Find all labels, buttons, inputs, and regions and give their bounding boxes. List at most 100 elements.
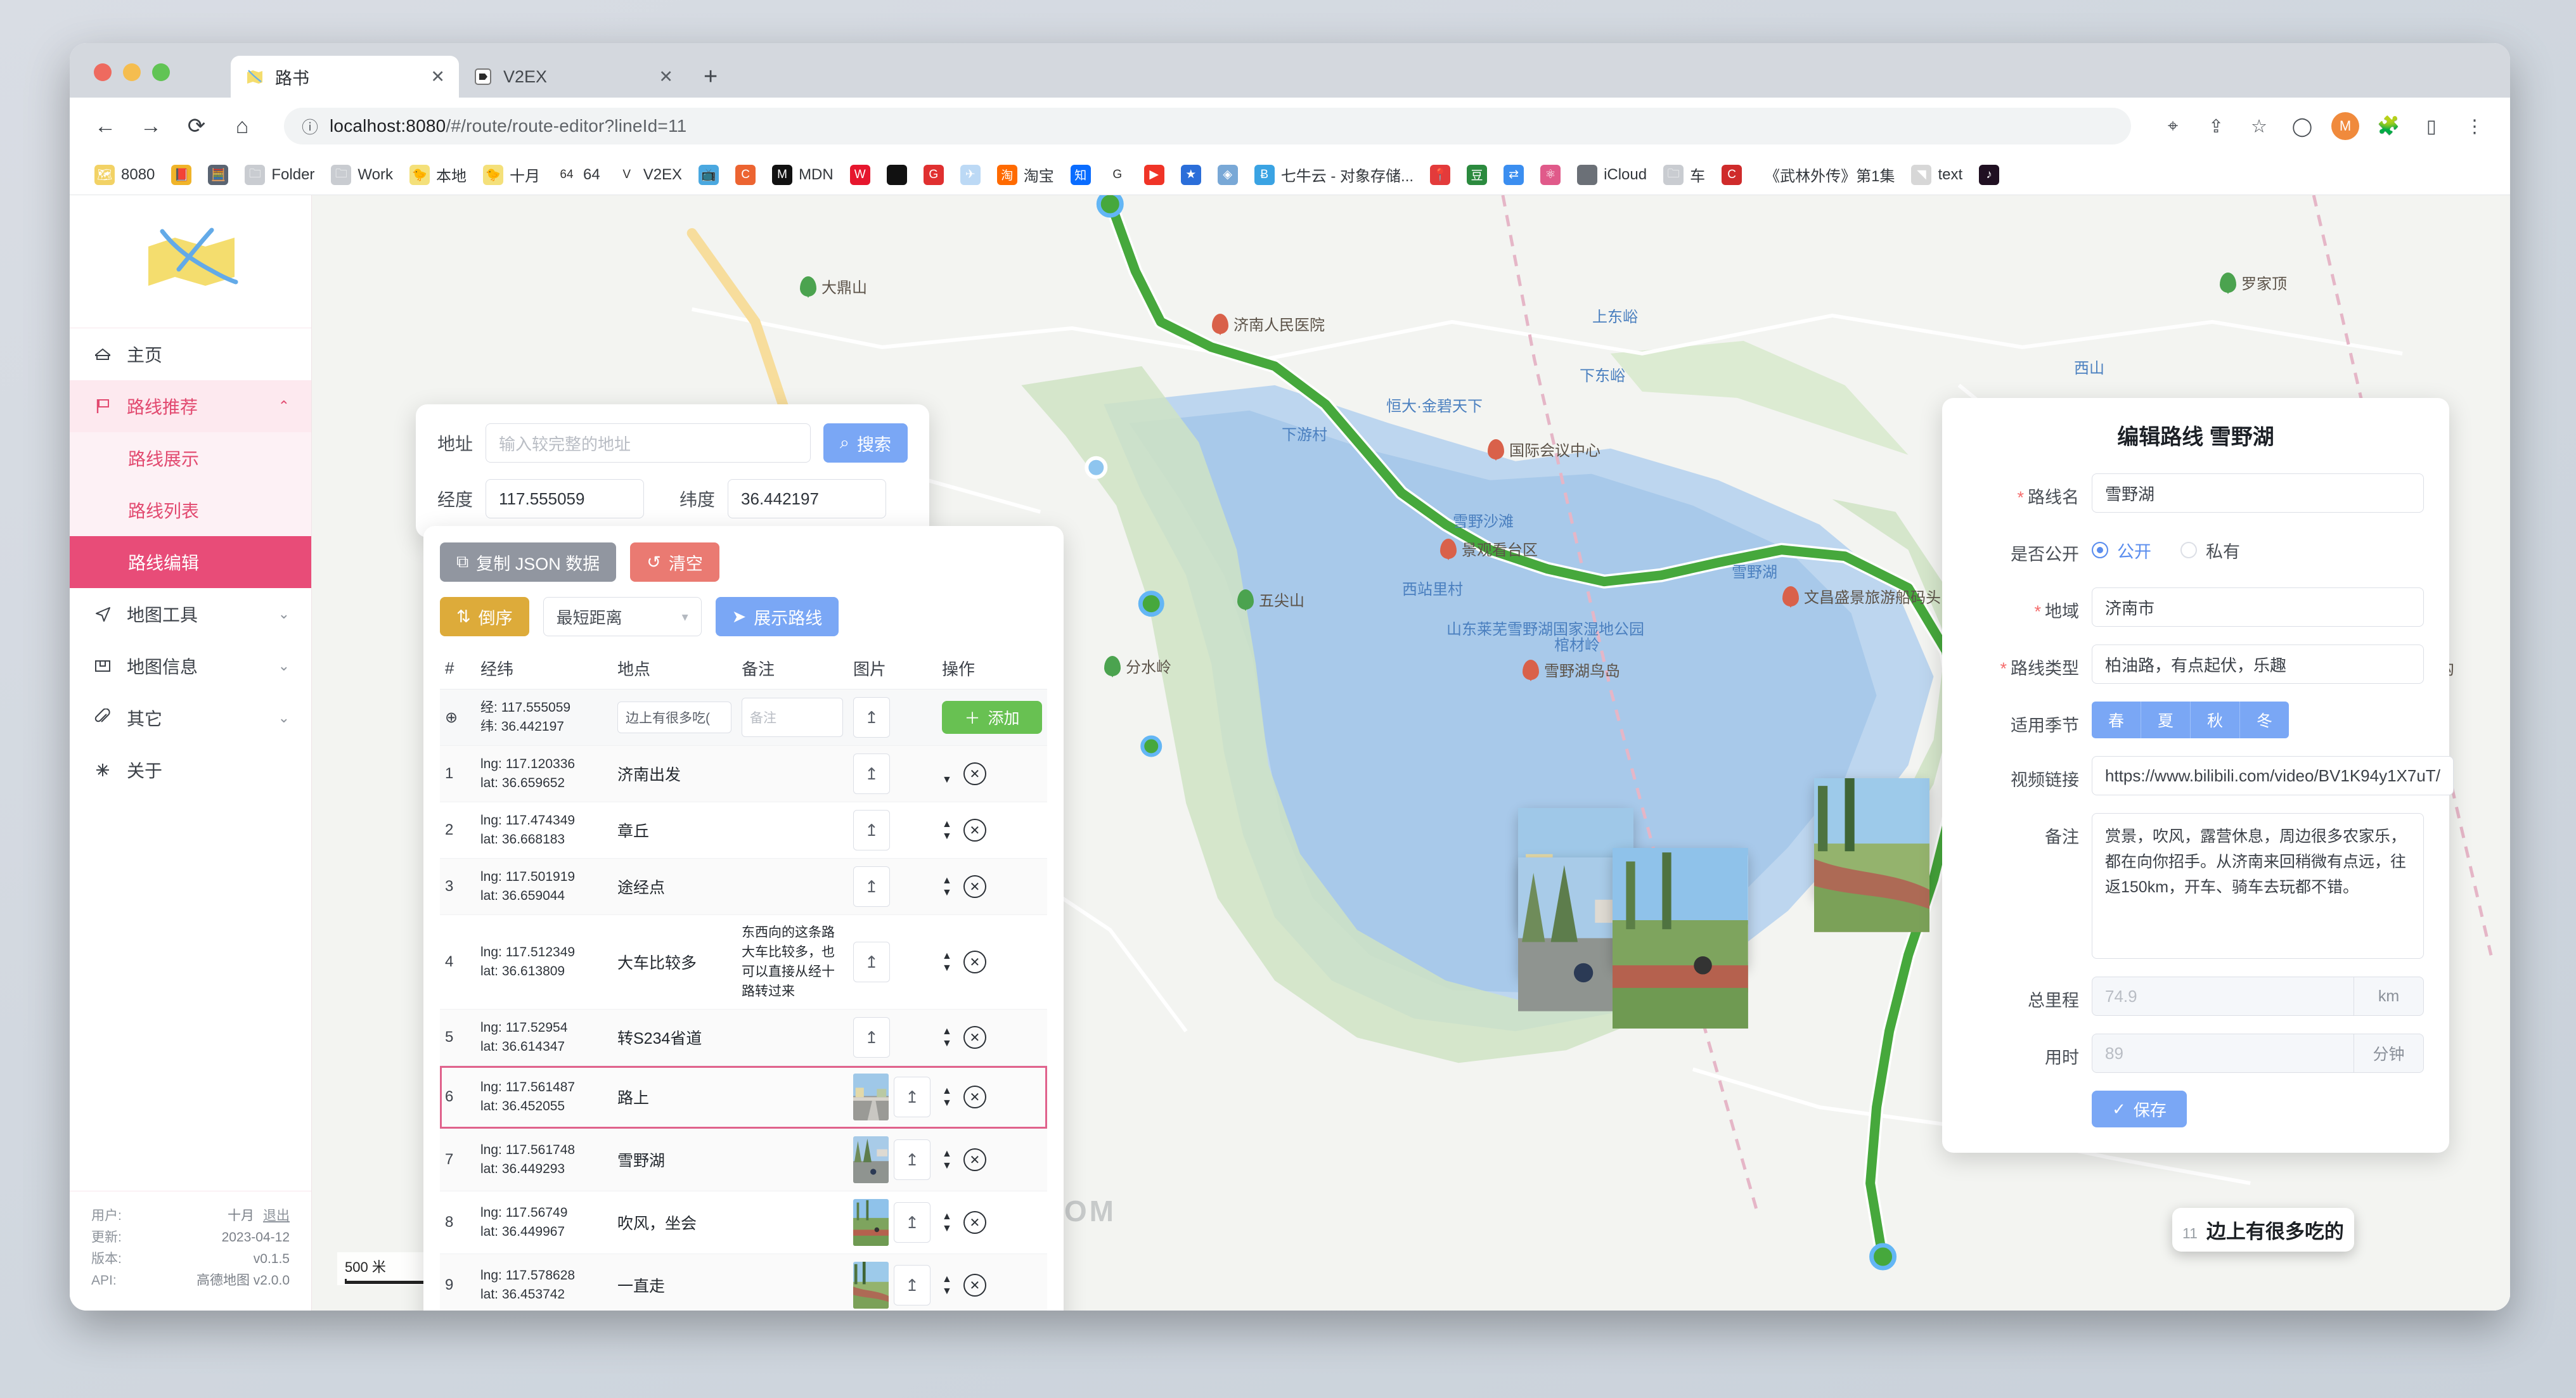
delete-row-button[interactable]: ✕ — [963, 875, 986, 898]
table-row[interactable]: 4lng: 117.512349lat: 36.613809大车比较多东西向的这… — [440, 915, 1047, 1010]
upload-icon[interactable]: ↥ — [853, 942, 890, 982]
cell-note[interactable] — [737, 859, 848, 915]
bookmark-item[interactable]: 《武林外传》第1集 — [1750, 164, 1903, 186]
move-up-icon[interactable]: ▲ — [942, 1274, 952, 1285]
map-poi[interactable]: 大鼎山 — [800, 275, 867, 297]
search-button[interactable]: ⌕ 搜索 — [823, 423, 908, 463]
new-place-input[interactable]: 边上有很多吃( — [617, 702, 731, 733]
radio-public[interactable]: 公开 — [2092, 538, 2151, 563]
table-row[interactable]: 1lng: 117.120336lat: 36.659652济南出发↥▲▼✕ — [440, 746, 1047, 802]
bookmark-item[interactable]: MMDN — [764, 165, 842, 185]
move-up-icon[interactable]: ▲ — [942, 951, 952, 961]
season-option[interactable]: 夏 — [2141, 702, 2191, 738]
sidebar-item-6[interactable]: 地图信息⌄ — [70, 640, 311, 692]
row-thumbnail[interactable] — [853, 1074, 889, 1120]
bookmark-item[interactable]: ◥text — [1903, 165, 1971, 185]
map-poi[interactable]: 西山 — [2074, 356, 2104, 378]
bookmark-item[interactable]: ▶ — [1136, 165, 1173, 185]
bookmark-item[interactable]: 淘淘宝 — [989, 164, 1062, 186]
avatar[interactable]: M — [2331, 112, 2359, 140]
map-poi[interactable]: 济南人民医院 — [1212, 312, 1325, 335]
sidebar-item-route-editor[interactable]: 路线编辑 — [70, 536, 311, 588]
bookmark-item[interactable]: 🐤十月 — [475, 164, 548, 186]
upload-icon[interactable]: ↥ — [894, 1265, 931, 1305]
bookmark-item[interactable]: 🗀车 — [1655, 164, 1713, 186]
upload-icon[interactable]: ↥ — [853, 1017, 890, 1058]
delete-row-button[interactable]: ✕ — [963, 1086, 986, 1108]
move-down-icon[interactable]: ▼ — [942, 1039, 952, 1049]
tab-v2ex[interactable]: V2EX ✕ — [459, 56, 687, 98]
sort-select[interactable]: 最短距离 ▾ — [543, 597, 702, 636]
reorder-arrows[interactable]: ▲▼ — [942, 1086, 952, 1108]
season-option[interactable]: 冬 — [2240, 702, 2289, 738]
bookmark-item[interactable]: 🧮 — [200, 165, 236, 185]
address-bar[interactable]: ⓘ localhost:8080/#/route/route-editor?li… — [284, 108, 2131, 144]
map-poi[interactable]: 景观看台区 — [1440, 537, 1538, 560]
menu-icon[interactable]: ⋮ — [2461, 112, 2489, 140]
bookmark-item[interactable]: Ƀ七牛云 - 对象存储... — [1246, 164, 1422, 186]
cell-place[interactable]: 雪野湖 — [612, 1129, 737, 1191]
map-poi[interactable]: 西站里村 — [1402, 577, 1463, 599]
row-thumbnail[interactable] — [853, 1199, 889, 1246]
info-icon[interactable]: ⓘ — [302, 115, 318, 138]
map-poi[interactable]: 雪野湖 — [1732, 560, 1777, 582]
map-poi[interactable]: 恒大·金碧天下 — [1386, 394, 1483, 416]
delete-row-button[interactable]: ✕ — [963, 1274, 986, 1297]
sidebar-item-8[interactable]: 关于 — [70, 744, 311, 796]
close-window-button[interactable] — [94, 63, 112, 81]
close-icon[interactable]: ✕ — [659, 67, 673, 87]
sidebar-item-7[interactable]: 其它⌄ — [70, 692, 311, 744]
bookmark-item[interactable]: C — [727, 165, 764, 185]
delete-row-button[interactable]: ✕ — [963, 1211, 986, 1234]
region-input[interactable]: 济南市 — [2092, 587, 2424, 627]
bookmark-item[interactable]: 🐤本地 — [401, 164, 475, 186]
reorder-arrows[interactable]: ▲▼ — [942, 876, 952, 898]
profile-circle-icon[interactable]: ◯ — [2288, 112, 2316, 140]
split-view-icon[interactable]: ▯ — [2418, 112, 2445, 140]
table-row[interactable]: 5lng: 117.52954lat: 36.614347转S234省道↥▲▼✕ — [440, 1010, 1047, 1066]
minimize-window-button[interactable] — [123, 63, 141, 81]
cell-note[interactable] — [737, 1066, 848, 1129]
row-thumbnail[interactable] — [853, 1136, 889, 1183]
bookmark-item[interactable]: ⇄ — [1495, 165, 1532, 185]
move-up-icon[interactable]: ▲ — [942, 1212, 952, 1222]
extensions-icon[interactable]: 🧩 — [2374, 112, 2402, 140]
table-row[interactable]: 3lng: 117.501919lat: 36.659044途经点↥▲▼✕ — [440, 859, 1047, 915]
note-textarea[interactable]: 赏景，吹风，露营休息，周边很多农家乐，都在向你招手。从济南来回稍微有点远，往返1… — [2092, 813, 2424, 959]
cell-place[interactable]: 章丘 — [612, 802, 737, 859]
reorder-arrows[interactable]: ▲▼ — [942, 951, 952, 973]
upload-icon[interactable]: ↥ — [853, 754, 890, 794]
tab-route-book[interactable]: 路书 ✕ — [231, 56, 459, 98]
map-poi[interactable]: 上东峪 — [1592, 304, 1638, 326]
close-icon[interactable]: ✕ — [430, 67, 445, 87]
sidebar-item-0[interactable]: 主页 — [70, 328, 311, 380]
radio-private[interactable]: 私有 — [2180, 538, 2240, 563]
cell-note[interactable] — [737, 1254, 848, 1311]
sidebar-item-1[interactable]: 路线推荐⌃ — [70, 380, 311, 432]
bookmark-item[interactable]: ★ — [1173, 165, 1209, 185]
map-poi[interactable]: 山东莱芜雪野湖国家湿地公园 — [1446, 617, 1644, 639]
bookmark-item[interactable] — [879, 165, 915, 185]
reorder-arrows[interactable]: ▲▼ — [942, 1027, 952, 1049]
upload-icon[interactable]: ↥ — [894, 1077, 931, 1117]
new-tab-button[interactable]: + — [704, 65, 718, 89]
reorder-arrows[interactable]: ▲▼ — [942, 1149, 952, 1171]
upload-icon[interactable]: ↥ — [894, 1139, 931, 1180]
cell-note[interactable] — [737, 746, 848, 802]
save-button[interactable]: ✓ 保存 — [2092, 1091, 2187, 1127]
bookmark-item[interactable]: ⚛ — [1532, 165, 1569, 185]
cell-note[interactable]: 东西向的这条路大车比较多，也可以直接从经十路转过来 — [737, 915, 848, 1010]
bookmark-item[interactable]: ✈ — [952, 165, 989, 185]
move-up-icon[interactable]: ▲ — [942, 876, 952, 886]
move-up-icon[interactable]: ▲ — [942, 819, 952, 830]
bookmark-item[interactable]: G — [1099, 165, 1136, 185]
bookmark-item[interactable]: 🗀Folder — [236, 165, 323, 185]
bookmark-item[interactable]: ♪ — [1971, 165, 2007, 185]
home-icon[interactable]: ⌂ — [228, 112, 256, 140]
upload-icon[interactable]: ↥ — [894, 1202, 931, 1243]
cell-place[interactable]: 大车比较多 — [612, 915, 737, 1010]
delete-row-button[interactable]: ✕ — [963, 1148, 986, 1171]
move-down-icon[interactable]: ▼ — [942, 963, 952, 973]
move-down-icon[interactable]: ▼ — [942, 1161, 952, 1171]
move-up-icon[interactable]: ▲ — [942, 1149, 952, 1159]
